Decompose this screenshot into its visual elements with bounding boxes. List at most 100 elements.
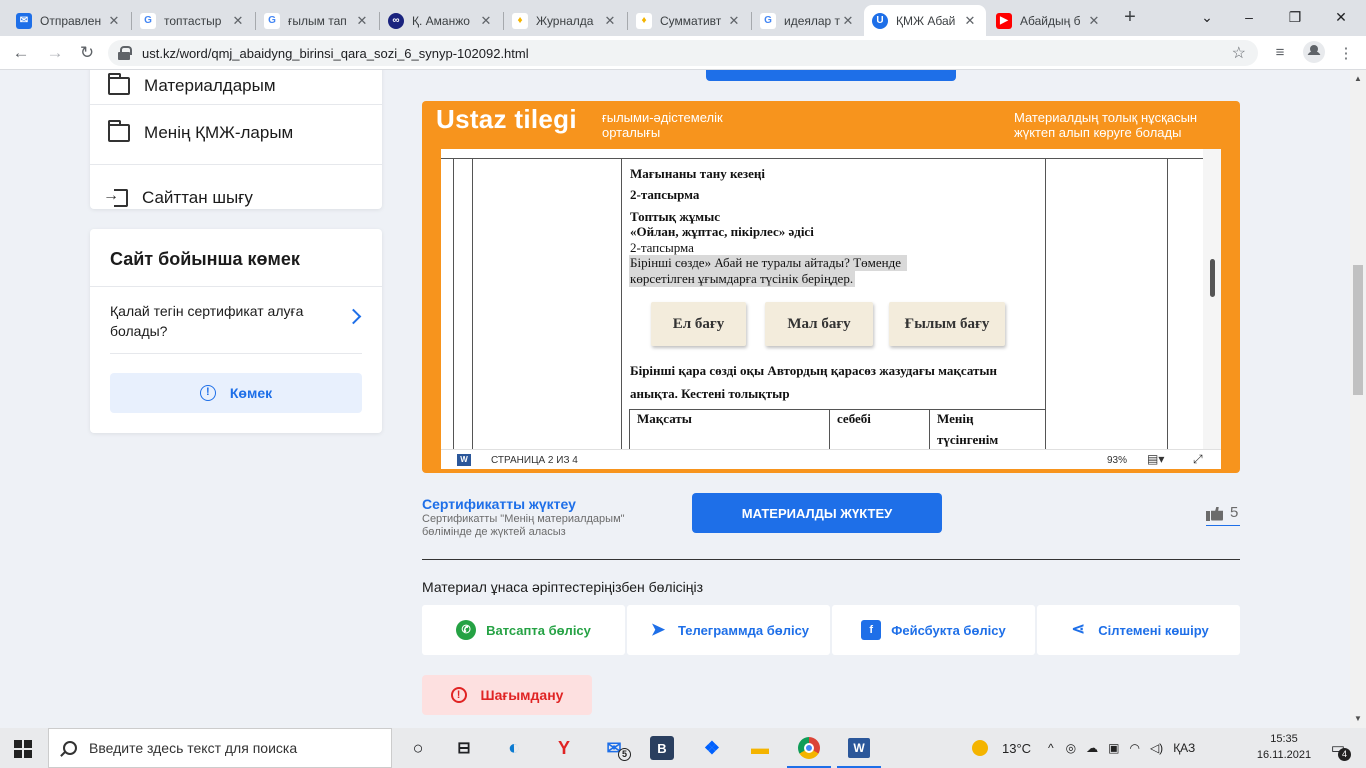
top-action-button[interactable] [706, 70, 956, 81]
sidebar-item-logout[interactable]: Сайттан шығу [103, 187, 253, 208]
bilimland-icon[interactable]: B [650, 736, 674, 760]
lock-icon [118, 46, 132, 60]
doc-method: «Ойлан, жұптас, пікірлес» әдісі [630, 224, 814, 239]
bookmark-star-icon[interactable]: ☆ [1232, 43, 1246, 63]
sidebar-menu-card: Материалдарым Менің ҚМЖ-ларым Сайттан шы… [90, 70, 382, 209]
new-tab-button[interactable]: + [1118, 6, 1142, 30]
meet-icon[interactable]: ◎ [1066, 741, 1076, 755]
tab-2[interactable]: G топтастыр ✕ [132, 5, 254, 36]
document-scrollbar[interactable] [1203, 149, 1221, 449]
close-icon[interactable]: ✕ [840, 13, 856, 29]
share-label: Телеграммда бөлісу [677, 622, 810, 638]
sidebar-item-my-lessons[interactable]: Менің ҚМЖ-ларым [108, 120, 293, 143]
word-app-icon[interactable]: W [837, 734, 881, 768]
view-mode-icon[interactable]: ▤▾ [1147, 452, 1164, 466]
usb-icon[interactable]: ▣ [1108, 741, 1119, 755]
tab-title: ғылым тап [288, 13, 347, 28]
widgets-icon[interactable]: ⊟ [450, 734, 478, 762]
dropbox-icon[interactable]: ❖ [698, 734, 726, 762]
viewer-status-bar: W СТРАНИЦА 2 ИЗ 4 93% ▤▾ ⤢ [441, 449, 1221, 469]
share-facebook-button[interactable]: f Фейсбукта бөлісу [832, 605, 1035, 655]
edge-icon[interactable]: ◐ [500, 734, 528, 762]
scroll-down-icon[interactable]: ▼ [1354, 714, 1362, 723]
reading-list-icon[interactable]: ≡ [1270, 44, 1290, 64]
google-icon: G [760, 12, 776, 29]
close-window-button[interactable]: ✕ [1318, 4, 1364, 30]
profile-avatar[interactable] [1303, 41, 1325, 63]
scroll-thumb[interactable] [1353, 265, 1363, 395]
tab-8-active[interactable]: U ҚМЖ Абай ✕ [864, 5, 986, 36]
back-button[interactable]: ← [8, 40, 34, 66]
system-clock[interactable]: 15:35 16.11.2021 [1254, 731, 1314, 763]
cloud-icon[interactable]: ☁ [1086, 741, 1098, 755]
alert-icon: ! [450, 687, 467, 703]
keyboard-language[interactable]: ҚАЗ [1173, 741, 1195, 755]
copy-link-button[interactable]: ⋖ Сілтемені көшіру [1037, 605, 1240, 655]
yandex-icon[interactable]: Y [550, 734, 578, 762]
address-bar[interactable]: ust.kz/word/qmj_abaidyng_birinsi_qara_so… [108, 40, 1258, 66]
site-icon: ♦ [636, 12, 652, 29]
chevron-up-icon[interactable]: ^ [1048, 741, 1054, 755]
close-icon[interactable]: ✕ [1086, 13, 1102, 29]
file-explorer-icon[interactable]: ▬ [746, 734, 774, 762]
mail-icon[interactable]: ✉ 5 [600, 734, 631, 762]
close-icon[interactable]: ✕ [354, 13, 370, 29]
reload-button[interactable]: ↻ [74, 40, 100, 66]
logout-icon [103, 187, 128, 207]
page-scrollbar[interactable]: ▲ ▼ [1350, 70, 1366, 728]
share-whatsapp-button[interactable]: ✆ Ватсапта бөлісу [422, 605, 625, 655]
youtube-icon: ▶ [996, 12, 1012, 29]
menu-icon[interactable]: ⋮ [1336, 44, 1356, 64]
tab-title: Абайдың б [1020, 13, 1081, 28]
minimize-button[interactable]: – [1226, 4, 1272, 30]
tab-title: топтастыр [164, 13, 222, 28]
close-icon[interactable]: ✕ [478, 13, 494, 29]
help-question-link[interactable]: Қалай тегін сертификат алуға болады? [110, 301, 330, 341]
notifications-icon[interactable]: ▭ 4 [1324, 734, 1352, 762]
tab-6[interactable]: ♦ Суммативт ✕ [628, 5, 750, 36]
tab-title: идеялар та [784, 13, 840, 28]
telegram-icon: ➤ [650, 620, 666, 639]
facebook-icon: f [861, 620, 882, 640]
windows-start-icon[interactable] [14, 740, 32, 758]
chevron-right-icon[interactable] [345, 308, 362, 325]
chrome-icon[interactable] [787, 734, 831, 768]
sun-icon [972, 740, 988, 756]
help-title: Сайт бойынша көмек [110, 249, 300, 269]
restore-button[interactable]: ❐ [1272, 4, 1318, 30]
tab-5[interactable]: ♦ Журналда ✕ [504, 5, 626, 36]
help-button[interactable]: ! Көмек [110, 373, 362, 413]
tab-search-icon[interactable]: ⌄ [1184, 4, 1230, 30]
scroll-up-icon[interactable]: ▲ [1354, 74, 1362, 83]
close-icon[interactable]: ✕ [230, 13, 246, 29]
tab-1[interactable]: ✉ Отправлен ✕ [8, 5, 130, 36]
certificate-note: Сертификатты "Менің материалдарым" бөлім… [422, 513, 625, 538]
close-icon[interactable]: ✕ [962, 13, 978, 29]
site-icon: ♦ [512, 12, 528, 29]
tab-3[interactable]: G ғылым тап ✕ [256, 5, 378, 36]
weather-widget[interactable]: 13°C [972, 728, 1031, 768]
tab-7[interactable]: G идеялар та ✕ [752, 5, 864, 36]
close-icon[interactable]: ✕ [602, 13, 618, 29]
mail-icon: ✉ [16, 12, 32, 29]
word-icon: W [457, 454, 471, 466]
taskbar-search-input[interactable]: Введите здесь текст для поиска [48, 728, 392, 768]
complain-button[interactable]: ! Шағымдану [422, 675, 592, 715]
share-buttons: ✆ Ватсапта бөлісу ➤ Телеграммда бөлісу f… [422, 605, 1240, 655]
wifi-icon[interactable]: ◠ [1129, 741, 1139, 755]
tab-title: Журналда [536, 13, 594, 28]
close-icon[interactable]: ✕ [106, 13, 122, 29]
certificate-download-link[interactable]: Сертификатты жүктеу [422, 496, 576, 512]
table-header: Менің [937, 411, 974, 426]
download-material-button[interactable]: МАТЕРИАЛДЫ ЖҮКТЕУ [692, 493, 942, 533]
task-view-icon[interactable]: ○ [404, 734, 432, 762]
fullscreen-icon[interactable]: ⤢ [1193, 452, 1203, 467]
share-telegram-button[interactable]: ➤ Телеграммда бөлісу [627, 605, 830, 655]
forward-button[interactable]: → [42, 40, 68, 66]
close-icon[interactable]: ✕ [726, 13, 742, 29]
like-button[interactable]: 5 [1206, 504, 1240, 526]
sidebar-item-materials[interactable]: Материалдарым [108, 73, 276, 96]
tab-4[interactable]: ∞ Қ. Аманжо ✕ [380, 5, 502, 36]
volume-icon[interactable]: ◁) [1150, 741, 1163, 755]
tab-9[interactable]: ▶ Абайдың б ✕ [988, 5, 1110, 36]
